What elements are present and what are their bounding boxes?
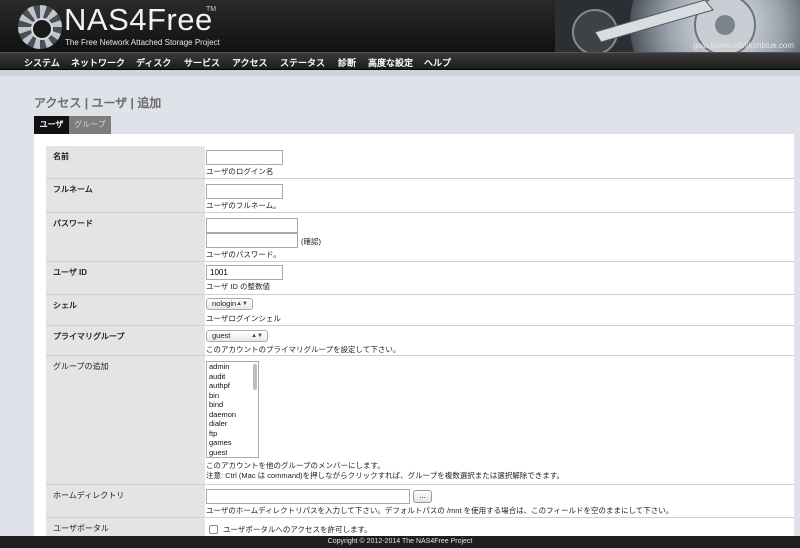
groups-label: グループの追加 bbox=[46, 356, 205, 484]
password-label: パスワード bbox=[46, 213, 205, 261]
fullname-label: フルネーム bbox=[46, 179, 205, 212]
page-title: アクセス | ユーザ | 追加 bbox=[34, 96, 162, 110]
homedir-input[interactable] bbox=[206, 489, 410, 504]
row-shell: シェル nologin ▲▼ ユーザログインシェル bbox=[46, 295, 794, 326]
primary-group-description: このアカウントのプライマリグループを設定して下さい。 bbox=[206, 345, 401, 354]
name-description: ユーザのログイン名 bbox=[206, 167, 274, 176]
nav-sub-band bbox=[0, 70, 800, 76]
logo-ring-icon bbox=[18, 5, 62, 49]
header: NAS4Free TM The Free Network Attached St… bbox=[0, 0, 800, 52]
hostname: gaia.home.ellinikonblue.com bbox=[693, 41, 794, 50]
row-password: パスワード (確認) ユーザのパスワード。 bbox=[46, 213, 794, 262]
portal-checkbox[interactable] bbox=[209, 525, 218, 534]
groups-listbox[interactable]: admin audit authpf bin bind daemon diale… bbox=[206, 361, 259, 458]
uid-description: ユーザ ID の整数値 bbox=[206, 282, 271, 291]
nav-item-advanced[interactable]: 高度な設定 bbox=[368, 56, 413, 69]
user-form-panel: 名前 ユーザのログイン名 フルネーム ユーザのフルネーム。 パスワード (確認)… bbox=[34, 134, 794, 536]
chevron-updown-icon: ▲▼ bbox=[236, 301, 248, 307]
fullname-description: ユーザのフルネーム。 bbox=[206, 201, 281, 210]
nav-item-help[interactable]: ヘルプ bbox=[424, 56, 451, 69]
password-confirm-input[interactable] bbox=[206, 233, 298, 248]
nav-item-disks[interactable]: ディスク bbox=[136, 56, 171, 69]
shell-select[interactable]: nologin ▲▼ bbox=[206, 298, 253, 310]
logo-trademark: TM bbox=[206, 6, 217, 13]
chevron-updown-icon: ▲▼ bbox=[251, 333, 263, 339]
password-confirm-label: (確認) bbox=[301, 237, 321, 246]
nav-item-system[interactable]: システム bbox=[24, 56, 60, 69]
group-option[interactable]: games bbox=[207, 438, 258, 448]
row-uid: ユーザ ID ユーザ ID の整数値 bbox=[46, 262, 794, 295]
row-homedir: ホームディレクトリ ... ユーザのホームディレクトリパスを入力して下さい。デフ… bbox=[46, 485, 794, 518]
password-input[interactable] bbox=[206, 218, 298, 233]
nav-item-access[interactable]: アクセス bbox=[232, 56, 268, 69]
homedir-label: ホームディレクトリ bbox=[46, 485, 205, 517]
name-input[interactable] bbox=[206, 150, 283, 165]
group-option[interactable]: bin bbox=[207, 391, 258, 401]
homedir-description: ユーザのホームディレクトリパスを入力して下さい。デフォルトパスの /mnt を使… bbox=[206, 506, 674, 515]
primary-group-select[interactable]: guest ▲▼ bbox=[206, 330, 268, 342]
logo-text: NAS4Free bbox=[64, 2, 213, 37]
portal-label: ユーザポータル bbox=[46, 518, 205, 536]
nav-item-network[interactable]: ネットワーク bbox=[71, 56, 125, 69]
group-option[interactable]: admin bbox=[207, 362, 258, 372]
logo-tagline: The Free Network Attached Storage Projec… bbox=[65, 38, 220, 47]
groups-note: 注意: Ctrl (Mac は command)を押しながらクリックすれば、グル… bbox=[206, 471, 564, 480]
row-primary-group: プライマリグループ guest ▲▼ このアカウントのプライマリグループを設定し… bbox=[46, 326, 794, 356]
uid-label: ユーザ ID bbox=[46, 262, 205, 294]
portal-checkbox-label: ユーザポータルへのアクセスを許可します。 bbox=[223, 525, 372, 534]
nav-item-status[interactable]: ステータス bbox=[280, 56, 325, 69]
listbox-scrollbar[interactable] bbox=[253, 364, 257, 390]
tab-users[interactable]: ユーザ bbox=[34, 116, 69, 134]
shell-description: ユーザログインシェル bbox=[206, 314, 281, 323]
group-option[interactable]: audit bbox=[207, 372, 258, 382]
primary-group-label: プライマリグループ bbox=[46, 326, 205, 355]
main-nav: システム ネットワーク ディスク サービス アクセス ステータス 診断 高度な設… bbox=[0, 52, 800, 70]
nav-item-services[interactable]: サービス bbox=[184, 56, 220, 69]
fullname-input[interactable] bbox=[206, 184, 283, 199]
group-option[interactable]: authpf bbox=[207, 381, 258, 391]
row-additional-groups: グループの追加 admin audit authpf bin bind daem… bbox=[46, 356, 794, 485]
primary-group-selected-value: guest bbox=[212, 331, 231, 340]
shell-label: シェル bbox=[46, 295, 205, 325]
shell-selected-value: nologin bbox=[212, 299, 237, 308]
uid-input[interactable] bbox=[206, 265, 283, 280]
footer: Copyright © 2012-2014 The NAS4Free Proje… bbox=[0, 536, 800, 548]
browse-button[interactable]: ... bbox=[413, 490, 432, 503]
tab-groups[interactable]: グループ bbox=[69, 116, 111, 134]
group-option[interactable]: daemon bbox=[207, 410, 258, 420]
name-label: 名前 bbox=[46, 146, 205, 178]
row-user-portal: ユーザポータル ユーザポータルへのアクセスを許可します。 bbox=[46, 518, 794, 536]
group-option[interactable]: ftp bbox=[207, 429, 258, 439]
row-fullname: フルネーム ユーザのフルネーム。 bbox=[46, 179, 794, 213]
row-name: 名前 ユーザのログイン名 bbox=[46, 146, 794, 179]
group-option[interactable]: bind bbox=[207, 400, 258, 410]
group-option[interactable]: dialer bbox=[207, 419, 258, 429]
group-option[interactable]: guest bbox=[207, 448, 258, 458]
password-description: ユーザのパスワード。 bbox=[206, 250, 281, 259]
nav-item-diagnostics[interactable]: 診断 bbox=[338, 56, 356, 69]
